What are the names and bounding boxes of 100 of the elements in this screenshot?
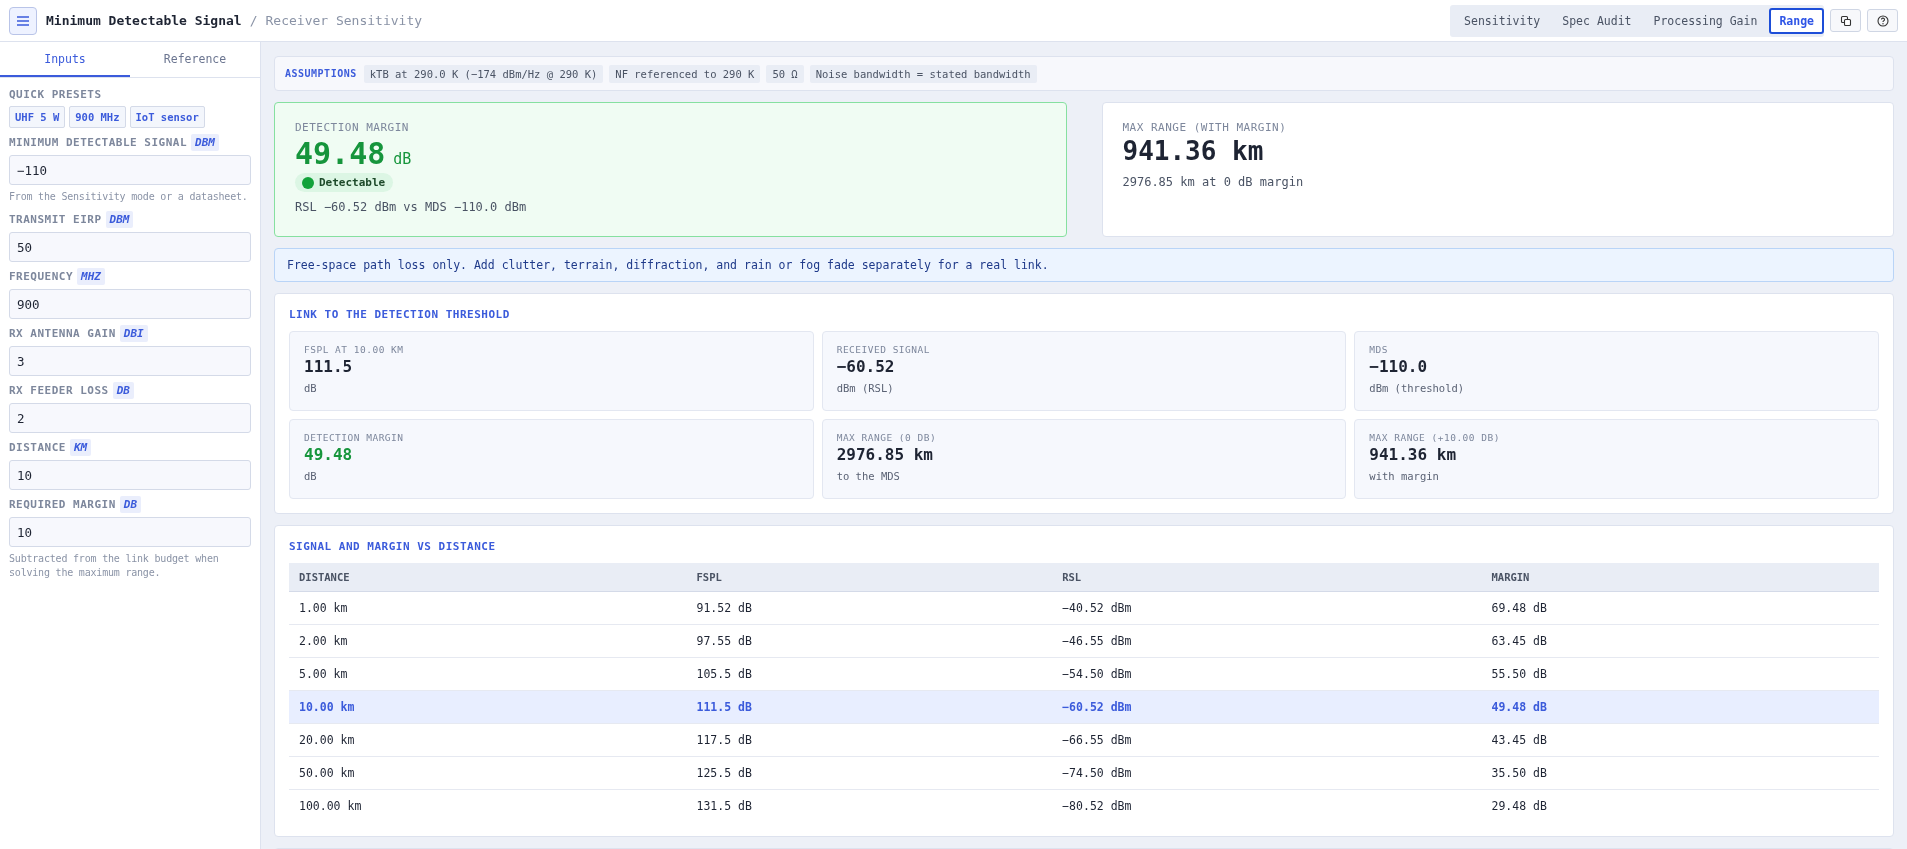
field-label: DISTANCE	[9, 441, 66, 454]
table-cell: −40.52 dBm	[1052, 591, 1482, 625]
assumption-chip: 50 Ω	[766, 64, 804, 83]
help-button[interactable]	[1867, 9, 1898, 32]
table-cell: 49.48 dB	[1481, 690, 1879, 724]
status-dot-icon	[302, 176, 314, 189]
section-title: SIGNAL AND MARGIN VS DISTANCE	[289, 540, 497, 553]
table-cell: 105.5 dB	[686, 657, 1053, 691]
table-row[interactable]: 10.00 km 111.5 dB −60.52 dBm 49.48 dB	[289, 690, 1879, 724]
table-cell: −46.55 dBm	[1052, 624, 1482, 658]
mode-tab[interactable]: Processing Gain	[1643, 7, 1768, 34]
metric-unit: with margin	[1369, 470, 1440, 482]
table-row[interactable]: 50.00 km 125.5 dB −74.50 dBm 35.50 dB	[289, 756, 1879, 790]
table-cell: 63.45 dB	[1481, 624, 1879, 658]
table-cell: −60.52 dBm	[1052, 690, 1482, 724]
metric-value: 941.36 km	[1369, 445, 1458, 464]
table-cell: 50.00 km	[289, 756, 687, 790]
unit-tag: DBM	[105, 211, 134, 228]
field-hint: From the Sensitivity mode or a datasheet.	[9, 190, 249, 204]
table-cell: −80.52 dBm	[1052, 789, 1482, 822]
metric-value: 49.48	[304, 445, 354, 464]
field-label: TRANSMIT EIRP	[9, 213, 102, 226]
metric-unit: dB	[304, 470, 318, 482]
input-field[interactable]: 10	[9, 460, 251, 490]
menu-button[interactable]	[9, 6, 37, 35]
metric-label: MAX RANGE (0 DB)	[836, 432, 938, 443]
breadcrumb-separator: /	[249, 13, 258, 28]
table-cell: 55.50 dB	[1481, 657, 1879, 691]
preset-button[interactable]: UHF 5 W	[9, 106, 66, 128]
unit-tag: DB	[119, 496, 142, 513]
field-hint: Subtracted from the link budget when solving the maximum range.	[9, 552, 220, 580]
preset-button[interactable]: 900 MHz	[69, 106, 126, 128]
table-row[interactable]: 20.00 km 117.5 dB −66.55 dBm 43.45 dB	[289, 723, 1879, 757]
metric-value: 111.5	[304, 357, 354, 376]
metric-unit: dB	[304, 382, 318, 394]
table-row[interactable]: 1.00 km 91.52 dB −40.52 dBm 69.48 dB	[289, 591, 1879, 625]
assumption-chip: Noise bandwidth = stated bandwidth	[809, 64, 1037, 83]
column-header: DISTANCE	[289, 563, 687, 592]
table-cell: 97.55 dB	[686, 624, 1053, 658]
sidebar-tab[interactable]: Inputs	[0, 42, 130, 77]
table-cell: −54.50 dBm	[1052, 657, 1482, 691]
metric-value: −60.52	[836, 357, 896, 376]
field-label: RX FEEDER LOSS	[9, 384, 109, 397]
table-cell: 29.48 dB	[1481, 789, 1879, 822]
table-row[interactable]: 5.00 km 105.5 dB −54.50 dBm 55.50 dB	[289, 657, 1879, 691]
page-subtitle: Receiver Sensitivity	[265, 13, 423, 28]
input-field[interactable]: 900	[9, 289, 251, 319]
unit-tag: DBM	[191, 134, 219, 151]
copy-button[interactable]	[1830, 9, 1861, 32]
table-cell: 131.5 dB	[686, 789, 1053, 822]
margin-unit: dB	[393, 150, 412, 168]
table-cell: 117.5 dB	[686, 723, 1053, 757]
table-cell: 35.50 dB	[1481, 756, 1879, 790]
input-field[interactable]: 3	[9, 346, 251, 376]
metric-label: RECEIVED SIGNAL	[836, 344, 931, 355]
mode-tab[interactable]: Sensitivity	[1454, 7, 1551, 34]
notice-text: Free-space path loss only. Add clutter, terrain, diffraction, and rain or fog fade separately for a real link.	[287, 258, 1049, 272]
field-label: MINIMUM DETECTABLE SIGNAL	[9, 136, 188, 149]
card-detail: 2976.85 km at 0 dB margin	[1122, 175, 1305, 189]
field-label: FREQUENCY	[9, 270, 74, 283]
table-cell: 1.00 km	[289, 591, 687, 625]
table-cell: 20.00 km	[289, 723, 687, 757]
assumptions-label: ASSUMPTIONS	[285, 68, 357, 79]
section-title: LINK TO THE DETECTION THRESHOLD	[289, 308, 511, 321]
metric-unit: to the MDS	[836, 470, 901, 482]
input-field[interactable]: 10	[9, 517, 251, 547]
metric-label: MDS	[1369, 344, 1389, 355]
metric-label: DETECTION MARGIN	[304, 432, 405, 443]
mode-tab[interactable]: Spec Audit	[1552, 7, 1642, 34]
unit-tag: KM	[70, 439, 92, 456]
column-header: RSL	[1052, 563, 1482, 592]
metric-label: FSPL AT 10.00 KM	[304, 344, 405, 355]
table-cell: 5.00 km	[289, 657, 687, 691]
metric-unit: dBm (threshold)	[1369, 382, 1466, 394]
sidebar-tab[interactable]: Reference	[130, 42, 260, 77]
help-icon	[1876, 14, 1889, 27]
table-cell: 69.48 dB	[1481, 591, 1879, 625]
table-cell: −74.50 dBm	[1052, 756, 1482, 790]
table-row[interactable]: 2.00 km 97.55 dB −46.55 dBm 63.45 dB	[289, 624, 1879, 658]
preset-button[interactable]: IoT sensor	[129, 106, 205, 128]
assumption-chip: kTB at 290.0 K (−174 dBm/Hz @ 290 K)	[363, 64, 604, 83]
table-cell: 111.5 dB	[686, 690, 1053, 724]
table-row[interactable]: 100.00 km 131.5 dB −80.52 dBm 29.48 dB	[289, 789, 1879, 822]
field-label: REQUIRED MARGIN	[9, 498, 116, 511]
table-cell: 43.45 dB	[1481, 723, 1879, 757]
card-detail: RSL −60.52 dBm vs MDS −110.0 dBm	[295, 199, 528, 214]
copy-icon	[1839, 14, 1852, 27]
range-value: 941.36 km	[1122, 136, 1265, 166]
input-field[interactable]: −110	[9, 155, 251, 185]
column-header: MARGIN	[1481, 563, 1879, 592]
column-header: FSPL	[686, 563, 1053, 592]
table-cell: 10.00 km	[289, 690, 687, 724]
card-label: DETECTION MARGIN	[295, 121, 410, 134]
unit-tag: DB	[112, 382, 134, 399]
input-field[interactable]: 2	[9, 403, 251, 433]
mode-tab[interactable]: Range	[1769, 7, 1824, 34]
card-label: MAX RANGE (WITH MARGIN)	[1122, 121, 1288, 134]
table-cell: 125.5 dB	[686, 756, 1053, 790]
input-field[interactable]: 50	[9, 232, 251, 262]
metric-unit: dBm (RSL)	[836, 382, 895, 394]
